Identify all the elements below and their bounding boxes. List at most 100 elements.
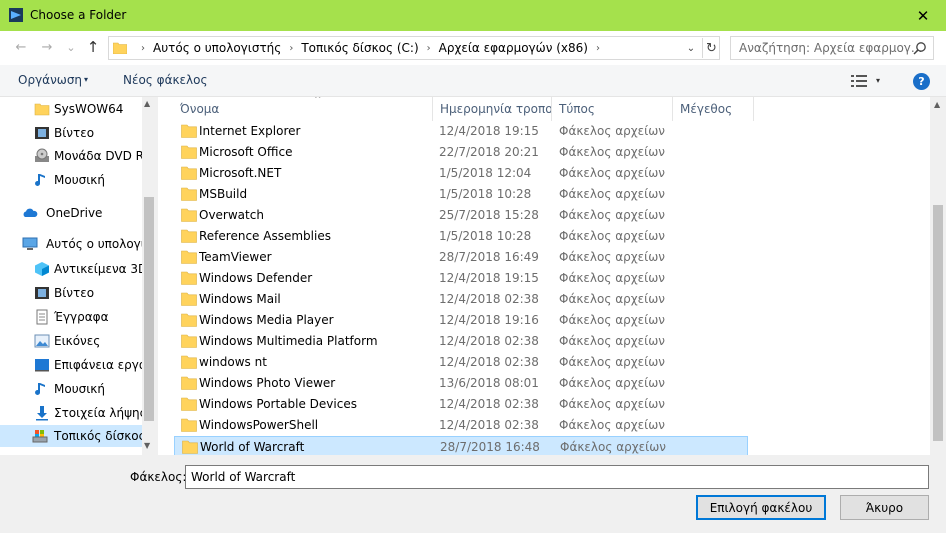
table-row[interactable]: windows nt 12/4/2018 02:38 Φάκελος αρχείων — [174, 352, 748, 373]
sidebar-item-pictures[interactable]: Εικόνες — [22, 330, 142, 352]
table-row[interactable]: World of Warcraft 28/7/2018 16:48 Φάκελος … — [174, 436, 748, 455]
column-header-label: Τύπος — [559, 102, 595, 116]
sidebar-item-local-disk[interactable]: Τοπικός δίσκος (C:) — [0, 425, 142, 447]
address-bar[interactable]: › Αυτός ο υπολογιστής › Τοπικός δίσκος (… — [108, 36, 720, 60]
sidebar-item-dvd-drive[interactable]: Μονάδα DVD RW — [22, 145, 142, 167]
file-type: Φάκελος αρχείων — [559, 334, 665, 348]
file-name: windows nt — [199, 355, 267, 369]
caret-down-icon[interactable]: ▾ — [876, 76, 880, 85]
file-type: Φάκελος αρχείων — [559, 208, 665, 222]
sidebar-item-label: Μονάδα DVD RW — [54, 149, 142, 163]
scroll-down-icon[interactable]: ▼ — [144, 441, 150, 450]
sidebar-item-syswow64[interactable]: SysWOW64 — [22, 98, 142, 120]
folder-icon — [181, 145, 197, 159]
file-type: Φάκελος αρχείων — [559, 355, 665, 369]
app-icon — [9, 8, 23, 22]
table-row[interactable]: Microsoft.NET 1/5/2018 12:04 Φάκελος αρχεί… — [174, 163, 748, 184]
chevron-right-icon[interactable]: › — [289, 43, 293, 54]
search-input[interactable]: Αναζήτηση: Αρχεία εφαρμογ... — [730, 36, 934, 60]
table-row[interactable]: Windows Mail 12/4/2018 02:38 Φάκελος αρχεί… — [174, 289, 748, 310]
new-folder-button[interactable]: Νέος φάκελος — [123, 73, 208, 87]
select-folder-button[interactable]: Επιλογή φακέλου — [696, 495, 826, 520]
file-name: Windows Photo Viewer — [199, 376, 336, 390]
up-button[interactable]: ↑ — [84, 38, 102, 56]
organize-button[interactable]: Οργάνωση — [18, 73, 82, 87]
forward-arrow-icon: → — [41, 39, 53, 55]
recent-locations-button[interactable]: ⌄ — [62, 38, 80, 56]
breadcrumb-program-files-x86[interactable]: Αρχεία εφαρμογών (x86) — [439, 41, 588, 55]
sidebar-item-desktop[interactable]: Επιφάνεια εργασίας — [22, 354, 142, 376]
column-header-type[interactable]: Τύπος — [553, 97, 673, 121]
column-header-label: Μέγεθος — [680, 102, 733, 116]
scroll-up-icon[interactable]: ▲ — [934, 100, 940, 109]
table-row[interactable]: Windows Defender 12/4/2018 19:15 Φάκελος α… — [174, 268, 748, 289]
sidebar-item-3d-objects[interactable]: Αντικείμενα 3D — [22, 258, 142, 280]
folder-icon — [181, 418, 197, 432]
sidebar-item-music[interactable]: Μουσική — [22, 169, 142, 191]
file-list-scroll-thumb[interactable] — [933, 205, 943, 441]
sidebar-item-documents[interactable]: Έγγραφα — [22, 306, 142, 328]
table-row[interactable]: Windows Media Player 12/4/2018 19:16 Φάκελ… — [174, 310, 748, 331]
sidebar-scroll-thumb[interactable] — [144, 197, 154, 421]
breadcrumb-this-pc[interactable]: Αυτός ο υπολογιστής — [153, 41, 281, 55]
table-row[interactable]: Windows Photo Viewer 13/6/2018 08:01 Φάκελ… — [174, 373, 748, 394]
forward-button[interactable]: → — [38, 38, 56, 56]
help-button[interactable]: ? — [913, 73, 930, 90]
back-button[interactable]: ← — [12, 38, 30, 56]
file-date: 1/5/2018 12:04 — [439, 166, 532, 180]
column-header-date[interactable]: Ημερομηνία τροποποίησης — [434, 97, 552, 121]
folder-icon — [181, 334, 197, 348]
file-type: Φάκελος αρχείων — [559, 292, 665, 306]
dvd-drive-icon — [35, 148, 49, 162]
file-type: Φάκελος αρχείων — [559, 397, 665, 411]
column-header-size[interactable]: Μέγεθος — [674, 97, 754, 121]
table-row[interactable]: WindowsPowerShell 12/4/2018 02:38 Φάκελος … — [174, 415, 748, 436]
details-view-icon[interactable] — [851, 74, 867, 88]
sidebar-item-music-pc[interactable]: Μουσική — [22, 378, 142, 400]
breadcrumb-local-disk[interactable]: Τοπικός δίσκος (C:) — [301, 41, 418, 55]
sidebar-item-videos-pc[interactable]: Βίντεο — [22, 282, 142, 304]
music-icon — [35, 174, 45, 186]
sidebar-item-downloads[interactable]: Στοιχεία λήψης — [22, 402, 142, 424]
caret-down-icon[interactable]: ▾ — [84, 75, 88, 84]
back-arrow-icon: ← — [15, 39, 27, 55]
sidebar-item-this-pc[interactable]: Αυτός ο υπολογιστής — [0, 233, 142, 255]
onedrive-icon — [23, 208, 38, 217]
table-row[interactable]: Windows Multimedia Platform 12/4/2018 02:… — [174, 331, 748, 352]
table-row[interactable]: Internet Explorer 12/4/2018 19:15 Φάκελος … — [174, 121, 748, 142]
close-button[interactable]: ✕ — [900, 0, 946, 31]
column-header-name[interactable]: Όνομα ^ — [174, 97, 433, 121]
sidebar-scrollbar[interactable]: ▲ ▼ — [142, 97, 156, 455]
folder-icon — [34, 103, 50, 116]
table-row[interactable]: Windows Portable Devices 12/4/2018 02:38 Φ… — [174, 394, 748, 415]
table-row[interactable]: Reference Assemblies 1/5/2018 10:28 Φάκελο… — [174, 226, 748, 247]
table-row[interactable]: Microsoft Office 22/7/2018 20:21 Φάκελος α… — [174, 142, 748, 163]
chevron-right-icon[interactable]: › — [427, 43, 431, 54]
table-row[interactable]: Overwatch 25/7/2018 15:28 Φάκελος αρχείων — [174, 205, 748, 226]
local-disk-icon — [32, 430, 48, 443]
sidebar-item-onedrive[interactable]: OneDrive — [0, 202, 142, 224]
cancel-button[interactable]: Άκυρο — [840, 495, 929, 520]
file-list-scrollbar[interactable]: ▲ — [930, 97, 946, 455]
downloads-icon — [36, 406, 48, 421]
file-name: World of Warcraft — [200, 440, 305, 454]
file-name: MSBuild — [199, 187, 248, 201]
sort-ascending-icon: ^ — [314, 97, 322, 105]
chevron-right-icon[interactable]: › — [596, 43, 600, 54]
refresh-button[interactable]: ↻ — [702, 38, 720, 58]
table-row[interactable]: MSBuild 1/5/2018 10:28 Φάκελος αρχείων — [174, 184, 748, 205]
file-date: 28/7/2018 16:48 — [440, 440, 540, 454]
navigation-pane: SysWOW64 Βίντεο Μονάδα DVD RW Μουσική On… — [0, 97, 156, 455]
file-date: 25/7/2018 15:28 — [439, 208, 539, 222]
table-row[interactable]: TeamViewer 28/7/2018 16:49 Φάκελος αρχείων — [174, 247, 748, 268]
folder-icon — [113, 42, 127, 54]
file-type: Φάκελος αρχείων — [559, 166, 665, 180]
sidebar-item-videos[interactable]: Βίντεο — [22, 122, 142, 144]
search-placeholder: Αναζήτηση: Αρχεία εφαρμογ... — [739, 41, 923, 55]
3d-objects-icon — [35, 262, 49, 276]
address-dropdown-button[interactable]: ⌄ — [683, 40, 699, 56]
scroll-up-icon[interactable]: ▲ — [144, 99, 150, 108]
close-icon: ✕ — [916, 6, 930, 25]
file-type: Φάκελος αρχείων — [559, 250, 665, 264]
folder-name-input[interactable] — [185, 465, 929, 489]
